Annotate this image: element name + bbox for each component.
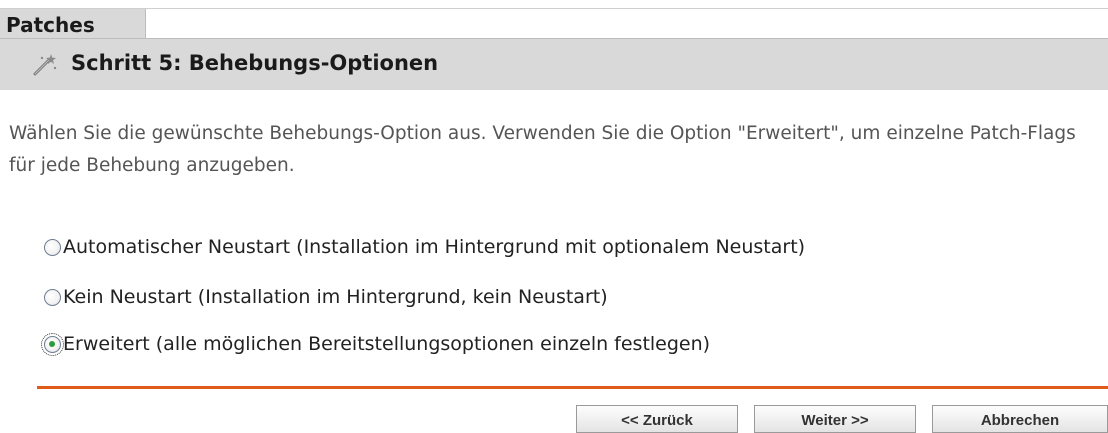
option-no-restart-label: Kein Neustart (Installation im Hintergru… <box>63 286 608 308</box>
radio-advanced[interactable] <box>41 332 64 356</box>
cancel-button[interactable]: Abbrechen <box>932 405 1108 433</box>
radio-automatic-restart[interactable] <box>44 238 61 256</box>
option-no-restart[interactable]: Kein Neustart (Installation im Hintergru… <box>44 282 608 312</box>
intro-text: Wählen Sie die gewünschte Behebungs-Opti… <box>9 123 1076 176</box>
wizard-wand-icon <box>32 53 58 77</box>
step-title: Schritt 5: Behebungs-Optionen <box>71 51 439 75</box>
tab-patches[interactable]: Patches <box>0 9 146 39</box>
tab-patches-label: Patches <box>6 13 95 37</box>
back-button[interactable]: << Zurück <box>576 405 738 433</box>
tab-bar: Patches <box>0 8 1108 39</box>
next-button[interactable]: Weiter >> <box>754 405 916 433</box>
option-automatic-restart-label: Automatischer Neustart (Installation im … <box>63 236 806 258</box>
option-advanced-label: Erweitert (alle möglichen Bereitstellung… <box>63 333 711 355</box>
divider <box>37 386 1108 389</box>
radio-no-restart[interactable] <box>44 288 61 306</box>
option-automatic-restart[interactable]: Automatischer Neustart (Installation im … <box>44 232 805 262</box>
step-header: Schritt 5: Behebungs-Optionen <box>0 38 1108 90</box>
option-advanced[interactable]: Erweitert (alle möglichen Bereitstellung… <box>41 329 711 359</box>
